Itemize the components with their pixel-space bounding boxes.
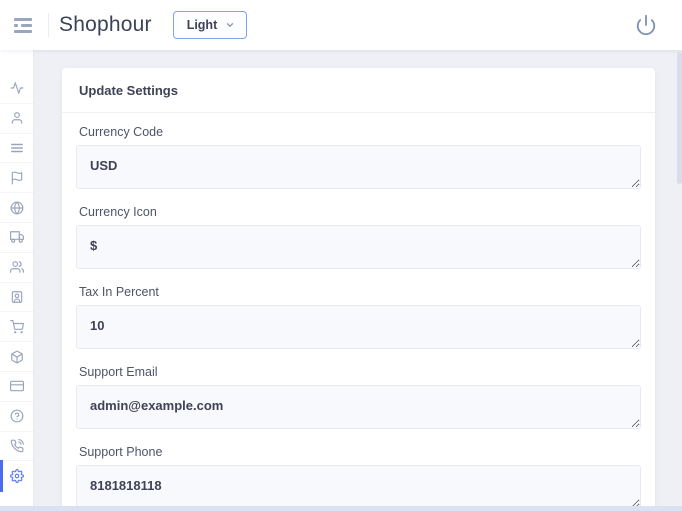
tax-in-percent-label: Tax In Percent: [79, 285, 159, 299]
sidebar-item-dashboard[interactable]: [0, 74, 33, 104]
sidebar-item-payments[interactable]: [0, 372, 33, 402]
main-content: Update Settings Currency Code USD Curren…: [35, 50, 682, 511]
top-header: Shophour Light: [0, 0, 682, 50]
currency-icon-label: Currency Icon: [79, 205, 157, 219]
brand-title: Shophour: [59, 13, 152, 36]
sidebar-item-users[interactable]: [0, 253, 33, 283]
sidebar-item-user[interactable]: [0, 104, 33, 134]
currency-code-input[interactable]: USD: [76, 145, 641, 189]
package-icon: [10, 350, 23, 364]
field-currency-code: Currency Code USD: [76, 125, 641, 189]
support-email-label: Support Email: [79, 365, 158, 379]
menu-toggle-icon[interactable]: [14, 15, 32, 36]
support-phone-label: Support Phone: [79, 445, 163, 459]
shopping-cart-icon: [9, 319, 24, 334]
field-tax-in-percent: Tax In Percent 10: [76, 285, 641, 349]
hamburger-bar: [14, 23, 32, 27]
power-icon: [636, 14, 656, 36]
sidebar-item-customers[interactable]: [0, 283, 33, 313]
currency-icon-input[interactable]: $: [76, 225, 641, 269]
help-circle-icon: [10, 409, 23, 423]
flag-icon: [11, 171, 22, 185]
list-icon: [10, 143, 23, 153]
sidebar-item-settings[interactable]: [0, 460, 33, 492]
theme-dropdown-value: Light: [186, 18, 218, 32]
sidebar-item-delivery[interactable]: [0, 223, 33, 253]
sidebar-item-globe[interactable]: [0, 193, 33, 223]
field-support-email: Support Email admin@example.com: [76, 365, 641, 429]
customer-badge-icon: [11, 291, 22, 303]
support-phone-input[interactable]: 8181818118: [76, 465, 641, 509]
sidebar-item-cart[interactable]: [0, 312, 33, 343]
sidebar-item-products[interactable]: [0, 342, 33, 372]
settings-gear-icon: [9, 469, 24, 484]
update-settings-card: Update Settings Currency Code USD Curren…: [62, 68, 655, 511]
activity-icon: [10, 82, 23, 95]
currency-code-label: Currency Code: [79, 125, 164, 139]
support-email-input[interactable]: admin@example.com: [76, 385, 641, 429]
sidebar-item-help[interactable]: [0, 402, 33, 432]
user-icon: [11, 112, 22, 125]
truck-icon: [9, 231, 24, 244]
globe-icon: [10, 201, 23, 214]
header-divider: [48, 13, 49, 37]
horizontal-scrollbar[interactable]: [0, 506, 682, 511]
tax-in-percent-input[interactable]: 10: [76, 305, 641, 349]
card-title: Update Settings: [62, 68, 655, 113]
hamburger-bar: [14, 17, 32, 21]
credit-card-icon: [9, 381, 24, 392]
settings-form: Currency Code USD Currency Icon $ Tax In…: [62, 113, 655, 511]
users-icon: [9, 261, 24, 274]
sidebar-item-support[interactable]: [0, 432, 33, 462]
logout-button[interactable]: [635, 14, 657, 36]
theme-dropdown[interactable]: Light: [172, 11, 248, 39]
hamburger-bar: [14, 29, 32, 33]
sidebar-item-flag[interactable]: [0, 163, 33, 194]
chevron-down-icon: [227, 23, 234, 27]
phone-call-icon: [10, 438, 24, 453]
sidebar-item-list[interactable]: [0, 134, 33, 164]
sidebar: [0, 50, 34, 506]
vertical-scrollbar-thumb[interactable]: [677, 52, 682, 184]
field-currency-icon: Currency Icon $: [76, 205, 641, 269]
field-support-phone: Support Phone 8181818118: [76, 445, 641, 509]
